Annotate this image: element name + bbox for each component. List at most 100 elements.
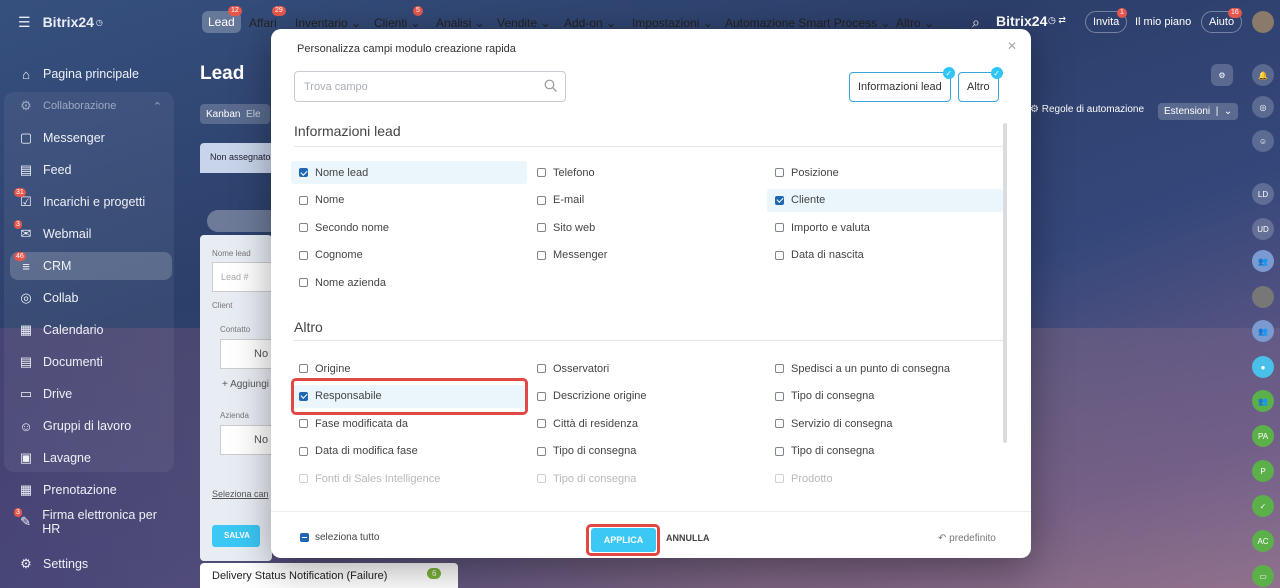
- nav-clienti[interactable]: Clienti ⌄: [374, 16, 421, 30]
- field-checkbox-fase-modificata-da[interactable]: Fase modificata da: [291, 412, 408, 435]
- sidebar-item-calendario[interactable]: ▦ Calendario: [10, 316, 172, 344]
- field-checkbox-fonti-di-sales-intelligence[interactable]: Fonti di Sales Intelligence: [291, 467, 440, 490]
- tag-informazioni-lead[interactable]: Informazioni lead ✓: [849, 67, 955, 102]
- field-checkbox-origine[interactable]: Origine: [291, 357, 350, 380]
- automation-rules-button[interactable]: ⚙ Regole di automazione: [1030, 104, 1144, 115]
- card-company-input[interactable]: No: [220, 425, 272, 455]
- cancel-button[interactable]: ANNULLA: [666, 533, 710, 543]
- field-checkbox-e-mail[interactable]: E-mail: [529, 189, 584, 212]
- card-contact-label: Contatto: [220, 325, 251, 334]
- rail-avatar-3[interactable]: [1252, 286, 1274, 308]
- notifications-icon[interactable]: 🔔: [1252, 64, 1274, 86]
- field-checkbox-tipo-di-consegna[interactable]: Tipo di consegna: [529, 467, 636, 490]
- my-plan-link[interactable]: Il mio piano: [1135, 16, 1191, 28]
- field-checkbox-secondo-nome[interactable]: Secondo nome: [291, 216, 389, 239]
- sidebar-item-settings[interactable]: ⚙ Settings: [10, 550, 172, 578]
- nav-vendite[interactable]: Vendite ⌄: [497, 16, 550, 30]
- rail-avatar-1[interactable]: LD: [1252, 183, 1274, 205]
- field-checkbox-tipo-di-consegna[interactable]: Tipo di consegna: [529, 440, 636, 463]
- rail-avatar-2[interactable]: UD: [1252, 218, 1274, 240]
- board-icon: ▣: [19, 450, 33, 465]
- field-checkbox-prodotto[interactable]: Prodotto: [767, 467, 833, 490]
- field-checkbox-nome-lead[interactable]: Nome lead: [291, 161, 527, 184]
- nav-affari[interactable]: Affari: [249, 16, 277, 30]
- nav-inventario[interactable]: Inventario ⌄: [295, 16, 361, 30]
- menu-icon[interactable]: ☰: [18, 14, 31, 31]
- card-select-link[interactable]: Seleziona can: [212, 489, 269, 499]
- search-icon[interactable]: [544, 79, 558, 93]
- nav-altro[interactable]: Altro ⌄: [896, 16, 934, 30]
- field-checkbox-messenger[interactable]: Messenger: [529, 244, 607, 267]
- delivery-card[interactable]: Delivery Status Notification (Failure) 6: [200, 563, 458, 588]
- field-checkbox-descrizione-origine[interactable]: Descrizione origine: [529, 385, 647, 408]
- field-checkbox-tipo-di-consegna[interactable]: Tipo di consegna: [767, 385, 874, 408]
- rail-avatar-6[interactable]: AC: [1252, 530, 1274, 552]
- quick-add-button[interactable]: [207, 210, 273, 232]
- field-checkbox-tipo-di-consegna[interactable]: Tipo di consegna: [767, 440, 874, 463]
- nav-analisi[interactable]: Analisi ⌄: [436, 16, 485, 30]
- default-button[interactable]: ↶ predefinito: [938, 533, 996, 544]
- field-search-input[interactable]: [294, 71, 566, 102]
- rail-avatar-4[interactable]: PA: [1252, 425, 1274, 447]
- field-checkbox-posizione[interactable]: Posizione: [767, 161, 839, 184]
- nav-automazione-smart-process[interactable]: Automazione Smart Process ⌄: [725, 16, 890, 30]
- scrollbar[interactable]: [1003, 123, 1007, 443]
- field-checkbox-nome[interactable]: Nome: [291, 189, 344, 212]
- view-switcher[interactable]: Kanban Ele: [200, 104, 270, 124]
- kanban-column-header[interactable]: Non assegnato: [200, 143, 272, 173]
- sidebar-item-prenotazione[interactable]: ▦ Prenotazione: [10, 476, 172, 504]
- chat-icon[interactable]: ☺: [1252, 130, 1274, 152]
- apply-button[interactable]: APPLICA: [591, 528, 656, 552]
- field-checkbox-cognome[interactable]: Cognome: [291, 244, 363, 267]
- rail-more-icon[interactable]: ▭: [1252, 565, 1274, 587]
- tag-altro[interactable]: Altro ✓: [958, 67, 1003, 102]
- field-checkbox-servizio-di-consegna[interactable]: Servizio di consegna: [767, 412, 893, 435]
- card-contact-input[interactable]: No: [220, 339, 272, 369]
- sidebar-item-feed[interactable]: ▤ Feed: [10, 156, 172, 184]
- chevron-up-icon[interactable]: ⌃: [153, 100, 162, 113]
- rail-avatar-5[interactable]: P: [1252, 460, 1274, 482]
- sidebar-item-collab[interactable]: ◎ Collab: [10, 284, 172, 312]
- sidebar-item-crm[interactable]: ≡ 46 CRM: [10, 252, 172, 280]
- rail-check-icon[interactable]: ✓: [1252, 495, 1274, 517]
- close-icon[interactable]: ✕: [1007, 39, 1017, 53]
- field-checkbox-nome-azienda[interactable]: Nome azienda: [291, 271, 386, 294]
- field-checkbox-citt-di-residenza[interactable]: Città di residenza: [529, 412, 638, 435]
- field-checkbox-sito-web[interactable]: Sito web: [529, 216, 595, 239]
- field-checkbox-spedisci-a-un-punto-di-consegna[interactable]: Spedisci a un punto di consegna: [767, 357, 950, 380]
- brand-logo[interactable]: Bitrix24: [43, 14, 94, 30]
- group-icon-3[interactable]: 👥: [1252, 390, 1274, 412]
- sidebar-item-lavagne[interactable]: ▣ Lavagne: [10, 444, 172, 472]
- card-save-button[interactable]: SALVA: [212, 525, 260, 547]
- sidebar-item-messenger[interactable]: ▢ Messenger: [10, 124, 172, 152]
- sidebar-item-gruppi-di-lavoro[interactable]: ☺ Gruppi di lavoro: [10, 412, 172, 440]
- sidebar-item-collaborazione[interactable]: ⚙ Collaborazione ⌃: [10, 92, 172, 120]
- field-checkbox-cliente[interactable]: Cliente: [767, 188, 1003, 212]
- copilot-icon[interactable]: ◎: [1252, 96, 1274, 118]
- nav-impostazioni[interactable]: Impostazioni ⌄: [632, 16, 713, 30]
- group-icon[interactable]: 👥: [1252, 250, 1274, 272]
- field-checkbox-responsabile[interactable]: Responsabile: [291, 384, 527, 408]
- field-checkbox-telefono[interactable]: Telefono: [529, 161, 595, 184]
- brand-right[interactable]: Bitrix24: [996, 13, 1047, 29]
- group-icon-2[interactable]: 👥: [1252, 320, 1274, 342]
- sidebar-item-drive[interactable]: ▭ Drive: [10, 380, 172, 408]
- field-checkbox-data-di-modifica-fase[interactable]: Data di modifica fase: [291, 440, 418, 463]
- sidebar-item-label: CRM: [43, 259, 72, 273]
- field-checkbox-importo-e-valuta[interactable]: Importo e valuta: [767, 216, 870, 239]
- chat-bubble-icon[interactable]: ●: [1252, 356, 1274, 378]
- field-checkbox-data-di-nascita[interactable]: Data di nascita: [767, 244, 864, 267]
- card-add-link[interactable]: + Aggiungi: [222, 379, 269, 390]
- sidebar-item-webmail[interactable]: ✉ 3 Webmail: [10, 220, 172, 248]
- sidebar-item-pagina-principale[interactable]: ⌂ Pagina principale: [10, 60, 172, 88]
- quick-create-card: Nome lead Lead # Client Contatto No + Ag…: [200, 235, 272, 561]
- sidebar-item-documenti[interactable]: ▤ Documenti: [10, 348, 172, 376]
- select-all-checkbox[interactable]: seleziona tutto: [300, 532, 380, 543]
- extensions-button[interactable]: Estensioni | ⌄: [1158, 103, 1239, 120]
- sidebar-item-firma-elettronica-per-hr[interactable]: ✎ 3 Firma elettronica per HR: [10, 508, 172, 536]
- card-lead-input[interactable]: Lead #: [212, 262, 272, 292]
- settings-gear-icon[interactable]: ⚙: [1211, 64, 1233, 86]
- nav-add-on[interactable]: Add-on ⌄: [564, 16, 616, 30]
- sidebar-item-incarichi-e-progetti[interactable]: ☑ 31 Incarichi e progetti: [10, 188, 172, 216]
- field-checkbox-osservatori[interactable]: Osservatori: [529, 357, 609, 380]
